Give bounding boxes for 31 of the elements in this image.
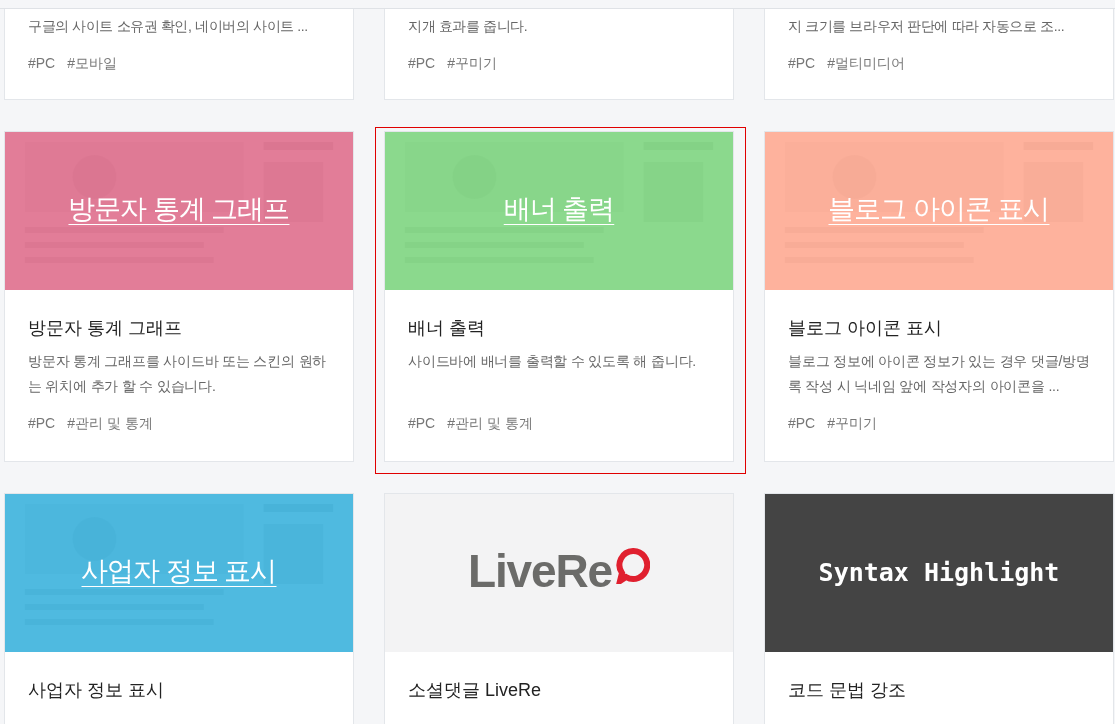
tag-link[interactable]: #관리 및 통계 — [67, 413, 153, 434]
tag-link[interactable]: #멀티미디어 — [827, 53, 906, 74]
card-title: 블로그 아이콘 표시 — [788, 317, 943, 340]
tag-link[interactable]: #PC — [408, 53, 436, 74]
tag-link[interactable]: #PC — [28, 413, 56, 434]
card-title: 방문자 통계 그래프 — [28, 317, 183, 340]
thumbnail-title: 사업자 정보 표시 — [81, 554, 277, 588]
tag-link[interactable]: #PC — [408, 413, 436, 434]
thumbnail-title: 블로그 아이콘 표시 — [828, 192, 1050, 226]
card-title: 사업자 정보 표시 — [28, 679, 165, 702]
card-title: 배너 출력 — [408, 317, 486, 340]
speech-bubble-icon — [615, 548, 650, 584]
tag-link[interactable]: #PC — [788, 53, 816, 74]
tag-link[interactable]: #모바일 — [67, 53, 118, 74]
card-description: 지개 효과를 줍니다. — [408, 17, 528, 36]
tag-link[interactable]: #PC — [788, 413, 816, 434]
card-description: 블로그 정보에 아이콘 정보가 있는 경우 댓글/방명록 작성 시 닉네임 앞에 작성자의 아이콘을 ... — [788, 352, 1090, 396]
card-description: 방문자 통계 그래프를 사이드바 또는 스킨의 원하는 위치에 추가 할 수 있습니다. — [28, 352, 328, 396]
card-description: 구글의 사이트 소유권 확인, 네이버의 사이트 ... — [28, 17, 308, 36]
card-title: 소셜댓글 LiveRe — [408, 679, 543, 702]
tag-link[interactable]: #꾸미기 — [827, 413, 878, 434]
card-description: 사이드바에 배너를 출력할 수 있도록 해 줍니다. — [408, 352, 698, 371]
thumbnail-title: Syntax Highlight — [818, 557, 1060, 590]
card-title: 코드 문법 강조 — [788, 679, 907, 702]
tag-link[interactable]: #꾸미기 — [447, 53, 498, 74]
logo-text: LiveRe — [468, 543, 612, 599]
tag-link[interactable]: #PC — [28, 53, 56, 74]
thumbnail-title: 방문자 통계 그래프 — [68, 192, 290, 226]
tag-link[interactable]: #관리 및 통계 — [447, 413, 533, 434]
card-description: 지 크기를 브라우저 판단에 따라 자동으로 조... — [788, 17, 1065, 36]
thumbnail-title: 배너 출력 — [503, 192, 615, 226]
